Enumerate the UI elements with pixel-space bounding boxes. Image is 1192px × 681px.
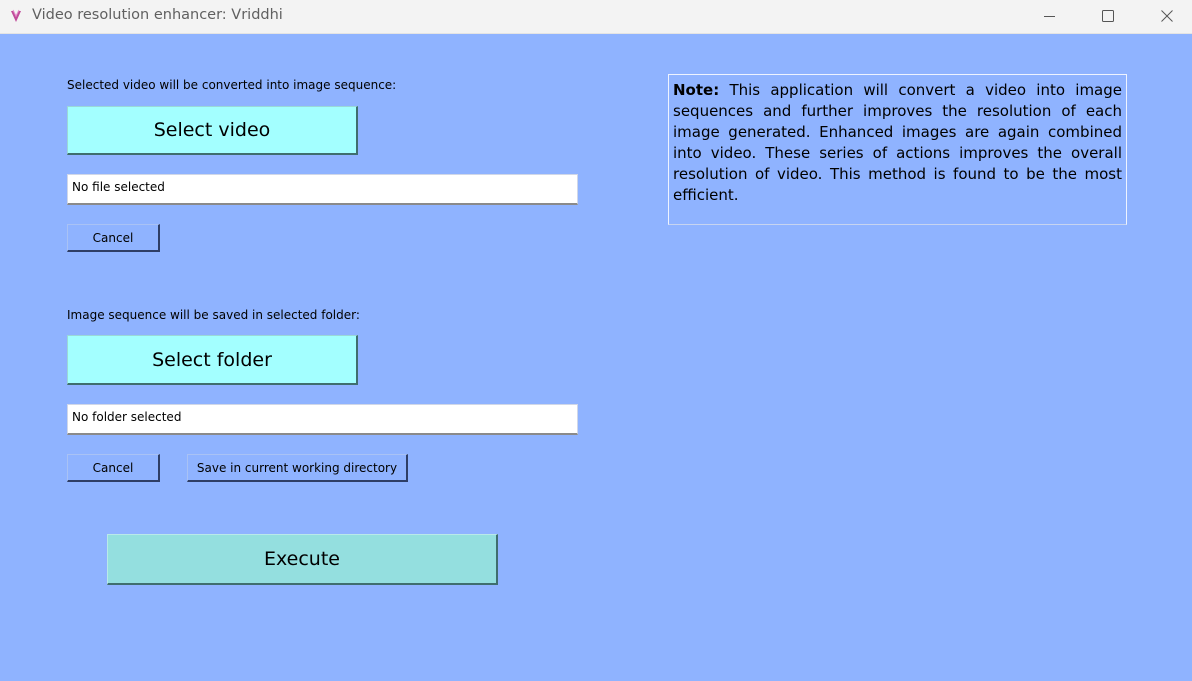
video-section-label: Selected video will be converted into im…: [67, 78, 397, 92]
execute-button[interactable]: Execute: [107, 534, 498, 585]
close-button[interactable]: [1144, 0, 1190, 32]
close-icon: [1161, 10, 1173, 22]
minimize-button[interactable]: [1027, 0, 1073, 32]
cancel-folder-button[interactable]: Cancel: [67, 454, 160, 482]
window-title: Video resolution enhancer: Vriddhi: [32, 7, 283, 23]
save-cwd-button[interactable]: Save in current working directory: [187, 454, 408, 482]
note-text: This application will convert a video in…: [673, 81, 1122, 204]
app-window: Video resolution enhancer: Vriddhi Selec…: [0, 0, 1192, 681]
video-file-field: No file selected: [67, 174, 578, 205]
minimize-icon: [1044, 10, 1056, 22]
maximize-icon: [1102, 10, 1114, 22]
note-panel: Note: This application will convert a vi…: [668, 74, 1127, 225]
cancel-video-button[interactable]: Cancel: [67, 224, 160, 252]
folder-path-field: No folder selected: [67, 404, 578, 435]
folder-section-label: Image sequence will be saved in selected…: [67, 308, 360, 322]
maximize-button[interactable]: [1085, 0, 1131, 32]
title-bar[interactable]: Video resolution enhancer: Vriddhi: [0, 0, 1192, 34]
select-folder-button[interactable]: Select folder: [67, 335, 358, 385]
select-video-button[interactable]: Select video: [67, 106, 358, 155]
note-heading: Note:: [673, 81, 720, 99]
app-logo-icon: [8, 8, 24, 24]
